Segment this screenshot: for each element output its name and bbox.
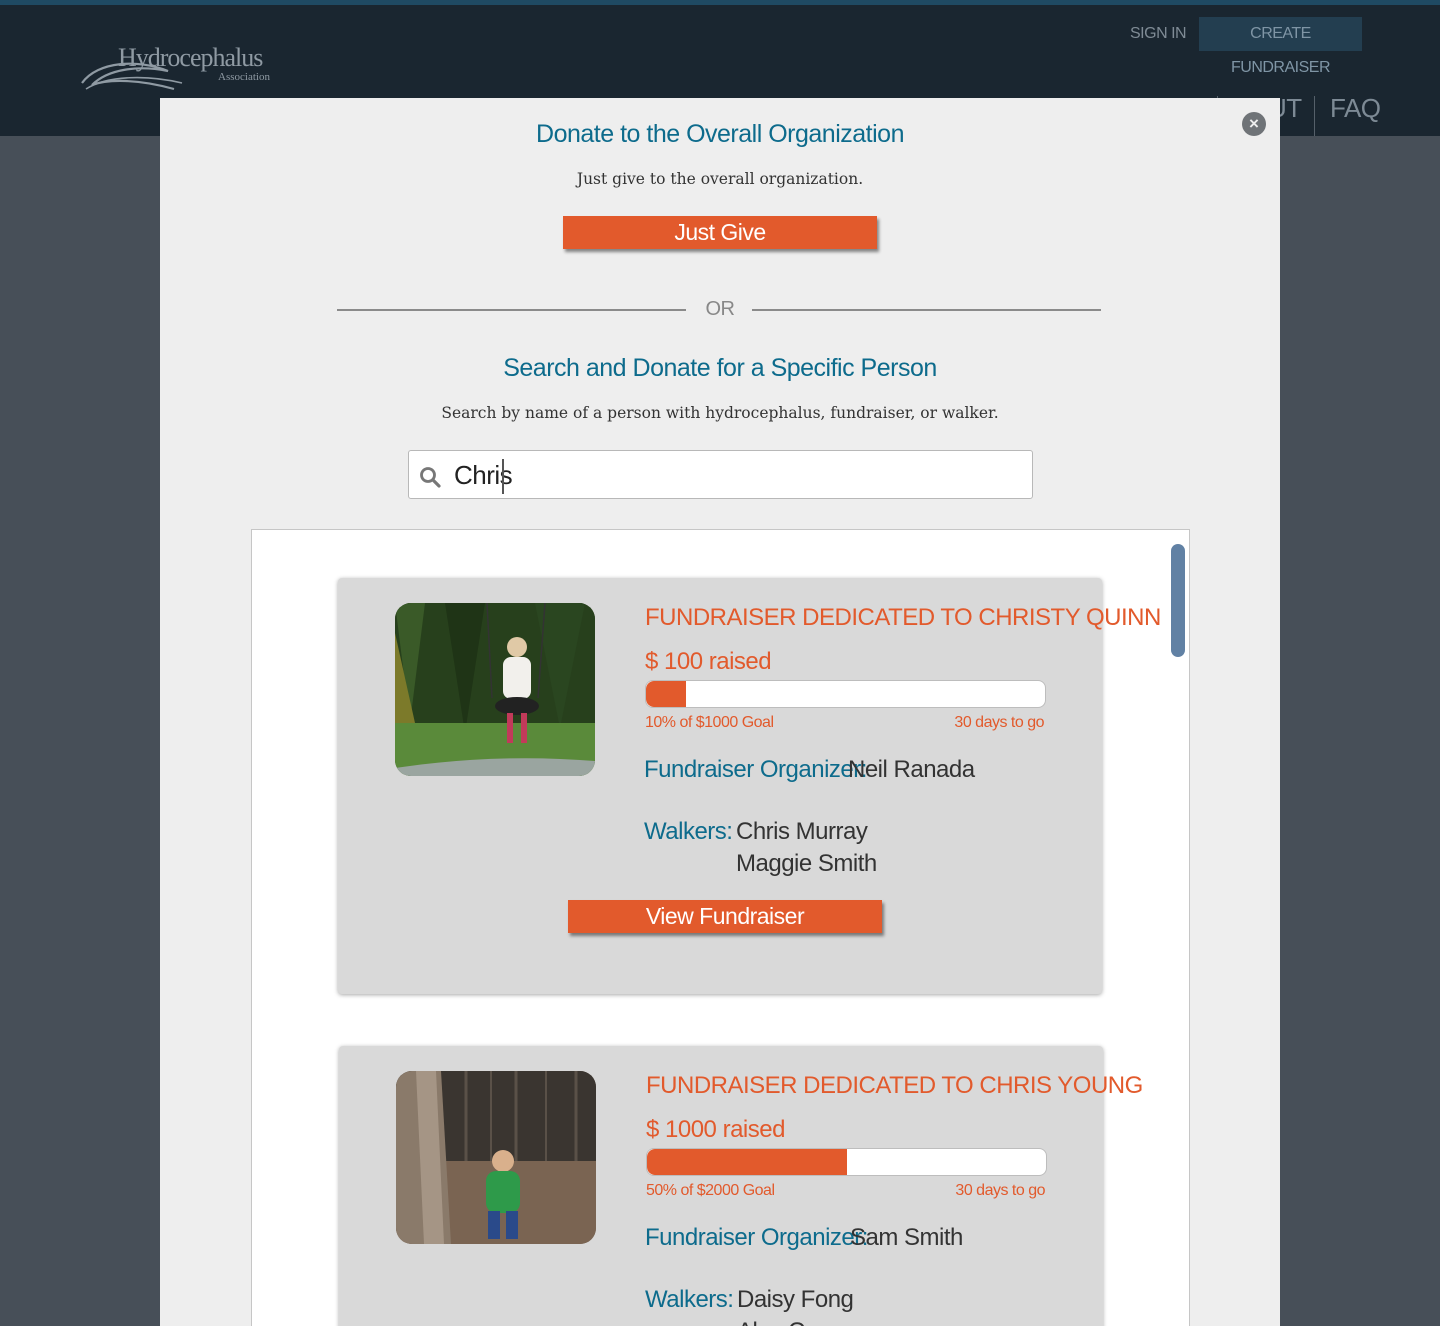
overall-title: Donate to the Overall Organization xyxy=(536,120,904,148)
fundraiser-photo xyxy=(395,603,595,776)
walker-name: Chris Murray xyxy=(736,818,868,845)
progress-fill xyxy=(646,681,686,707)
walker-name: Maggie Smith xyxy=(736,850,877,877)
text-caret xyxy=(502,459,504,494)
walker-name: Daisy Fong xyxy=(737,1286,854,1313)
results-scrollbar[interactable] xyxy=(1171,544,1185,657)
days-left: 30 days to go xyxy=(955,1182,1045,1199)
search-field[interactable] xyxy=(408,450,1033,499)
view-fundraiser-button[interactable]: View Fundraiser xyxy=(568,900,882,933)
fundraiser-card: FUNDRAISER DEDICATED TO CHRISTY QUINN $ … xyxy=(338,578,1161,994)
fundraiser-title[interactable]: FUNDRAISER DEDICATED TO CHRISTY QUINN xyxy=(645,604,1161,632)
goal-text: 50% of $2000 Goal xyxy=(646,1182,775,1199)
just-give-button[interactable]: Just Give xyxy=(563,216,877,249)
nav-divider xyxy=(1314,96,1315,136)
walkers-label: Walkers: xyxy=(645,1286,734,1313)
progress-bar xyxy=(645,680,1046,708)
days-left: 30 days to go xyxy=(954,714,1044,731)
fundraiser-title[interactable]: FUNDRAISER DEDICATED TO CHRIS YOUNG xyxy=(646,1072,1143,1100)
sign-in-link[interactable]: SIGN IN xyxy=(1130,25,1187,43)
progress-bar xyxy=(646,1148,1047,1176)
results-list: FUNDRAISER DEDICATED TO CHRISTY QUINN $ … xyxy=(251,529,1190,1326)
walker-name: Alex C xyxy=(737,1318,805,1326)
organizer-name: Sam Smith xyxy=(850,1224,963,1251)
progress-fill xyxy=(647,1149,847,1175)
donate-modal: × Donate to the Overall Organization Jus… xyxy=(160,98,1280,1326)
amount-raised: $ 100 raised xyxy=(645,648,772,675)
organizer-name: Neil Ranada xyxy=(848,756,975,783)
divider-right xyxy=(752,309,1101,311)
walkers-label: Walkers: xyxy=(644,818,733,845)
fundraiser-photo xyxy=(396,1071,596,1244)
divider-left xyxy=(337,309,686,311)
logo-subtitle: Association xyxy=(218,71,270,83)
organizer-label: Fundraiser Organizer: xyxy=(645,1224,868,1251)
organizer-label: Fundraiser Organizer: xyxy=(644,756,867,783)
goal-text: 10% of $1000 Goal xyxy=(645,714,774,731)
logo-name: Hydrocephalus xyxy=(118,43,263,72)
create-fundraiser-button[interactable]: CREATE FUNDRAISER xyxy=(1199,17,1362,76)
amount-raised: $ 1000 raised xyxy=(646,1116,785,1143)
search-icon xyxy=(420,467,441,488)
specific-title: Search and Donate for a Specific Person xyxy=(503,354,937,382)
nav-item-faq[interactable]: FAQ xyxy=(1330,93,1381,124)
fundraiser-card: FUNDRAISER DEDICATED TO CHRIS YOUNG $ 10… xyxy=(339,1046,1143,1326)
specific-subtitle: Search by name of a person with hydrocep… xyxy=(441,404,999,422)
overall-subtitle: Just give to the overall organization. xyxy=(576,170,864,188)
or-divider-label: OR xyxy=(705,298,736,320)
site-logo[interactable]: Hydrocephalus Association xyxy=(78,43,283,103)
search-input[interactable] xyxy=(454,458,1014,492)
